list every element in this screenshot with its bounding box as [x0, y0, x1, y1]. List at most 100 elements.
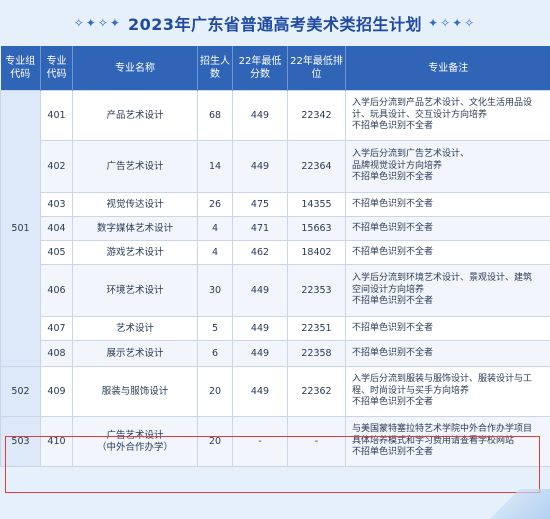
star-decoration-right: ✦✧✦✧	[428, 16, 477, 30]
min-rank-cell: 22351	[287, 316, 346, 341]
enrollment-cell: 20	[197, 366, 233, 417]
note-line: 不招单色识别不全者	[352, 296, 434, 307]
major-name-cell: 游戏艺术设计	[72, 240, 198, 265]
min-score-cell: 449	[232, 316, 288, 341]
header-notes: 专业备注	[345, 46, 550, 91]
star-decoration-left: ✧✦✧✦	[73, 16, 122, 30]
note-line: 不招单色识别不全者	[352, 447, 434, 458]
note-line: 品牌视觉设计方向培养	[352, 160, 443, 171]
major-name-cell: 艺术设计	[72, 316, 198, 341]
table-row: 503 410 广告艺术设计 （中外合作办学） 20- - 与美国蒙特塞拉特艺术学院中外合作…	[0, 416, 550, 467]
enrollment-cell: 68	[197, 90, 233, 141]
major-name-cell: 广告艺术设计 （中外合作办学）	[72, 416, 198, 467]
note-line: 空间设计方向培养	[352, 284, 425, 295]
note-line: 程、时尚设计与买手方向培养	[352, 385, 470, 396]
major-name-line: 游戏艺术设计	[106, 246, 164, 258]
major-name-cell: 视觉传达设计	[72, 192, 198, 217]
min-rank-cell: 22353	[287, 264, 346, 317]
note-line: 不招单色识别不全者	[352, 121, 434, 132]
min-score-cell: 449	[232, 340, 288, 367]
notes-cell: 不招单色识别不全者	[345, 340, 550, 367]
major-name-line: （中外合作办学）	[96, 441, 173, 453]
note-line: 不招单色识别不全者	[352, 222, 434, 233]
table-row: 404 数字媒体艺术设计 4 471 15663 不招单色识别不全者	[1, 216, 550, 241]
min-rank-cell: -	[287, 416, 346, 467]
min-score-cell: 449	[232, 366, 288, 417]
group-code-cell: 502	[0, 366, 41, 417]
notes-cell: 入学后分流到广告艺术设计、 品牌视觉设计方向培养 不招单色识别不全者	[345, 140, 550, 193]
table-header-row: 专业组代码 专业代码 专业名称 招生人数 22年最低分数 22年最低排位 专业备…	[0, 46, 550, 91]
note-line: 计、玩具设计、交互设计方向培养	[352, 109, 488, 120]
note-line: 具体培养模式和学习费用请查看学校网站	[352, 435, 515, 446]
admission-plan-table: 专业组代码 专业代码 专业名称 招生人数 22年最低分数 22年最低排位 专业备…	[0, 46, 550, 467]
table-row: 403 视觉传达设计 26 475 14355 不招单色识别不全者	[1, 192, 550, 217]
table-row: 405 游戏艺术设计 4 462 18402 不招单色识别不全者	[1, 240, 550, 265]
major-name-cell: 广告艺术设计	[72, 140, 198, 193]
min-rank-cell: 15663	[287, 216, 346, 241]
min-rank-cell: 22358	[287, 340, 346, 367]
enrollment-cell: 20	[197, 416, 233, 467]
min-score-cell: 475	[232, 192, 288, 217]
page-title-bar: ✧✦✧✦ 2023年广东省普通高考美术类招生计划 ✦✧✦✧	[0, 0, 550, 46]
header-min-rank: 22年最低排位	[287, 46, 346, 91]
min-score-cell: 449	[232, 264, 288, 317]
note-line: 入学后分流到环境艺术设计、景观设计、建筑	[352, 273, 533, 284]
major-name-cell: 展示艺术设计	[72, 340, 198, 367]
major-code-cell: 406	[40, 264, 73, 317]
table-row: 406 环境艺术设计 30 449 22353 入学后分流到环境艺术设计、景观设计、建筑空…	[1, 264, 550, 317]
enrollment-cell: 30	[197, 264, 233, 317]
major-name-line: 视觉传达设计	[106, 198, 164, 210]
min-score-cell: 471	[232, 216, 288, 241]
major-name-cell: 环境艺术设计	[72, 264, 198, 317]
note-line: 不招单色识别不全者	[352, 172, 434, 183]
note-line: 入学后分流到服装与服饰设计、服装设计与工	[352, 374, 533, 385]
notes-cell: 不招单色识别不全者	[345, 240, 550, 265]
min-rank-cell: 14355	[287, 192, 346, 217]
major-name-cell: 数字媒体艺术设计	[72, 216, 198, 241]
major-code-cell: 404	[40, 216, 73, 241]
table-row: 502 409 服装与服饰设计 20 449 22362 入学后分流到服装与服饰设计、服装设…	[0, 366, 550, 417]
notes-cell: 入学后分流到服装与服饰设计、服装设计与工 程、时尚设计与买手方向培养 不招单色识别不…	[345, 366, 550, 417]
notes-cell: 不招单色识别不全者	[345, 192, 550, 217]
header-major-code: 专业代码	[40, 46, 73, 91]
min-rank-cell: 22364	[287, 140, 346, 193]
major-name-line: 服装与服饰设计	[101, 385, 169, 397]
min-score-cell: 462	[232, 240, 288, 265]
major-code-cell: 405	[40, 240, 73, 265]
major-code-cell: 407	[40, 316, 73, 341]
note-line: 不招单色识别不全者	[352, 198, 434, 209]
major-name-line: 广告艺术设计	[106, 160, 164, 172]
min-rank-cell: 22342	[287, 90, 346, 141]
notes-cell: 不招单色识别不全者	[345, 216, 550, 241]
major-name-line: 环境艺术设计	[106, 284, 164, 296]
major-name-line: 数字媒体艺术设计	[96, 222, 173, 234]
notes-cell: 不招单色识别不全者	[345, 316, 550, 341]
header-min-score: 22年最低分数	[232, 46, 288, 91]
group-code-cell: 501	[0, 90, 41, 367]
group-code-cell: 503	[0, 416, 41, 467]
note-line: 不招单色识别不全者	[352, 246, 434, 257]
notes-cell: 入学后分流到环境艺术设计、景观设计、建筑 空间设计方向培养 不招单色识别不全者	[345, 264, 550, 317]
header-group-code: 专业组代码	[0, 46, 41, 91]
header-enrollment: 招生人数	[197, 46, 233, 91]
major-code-cell: 403	[40, 192, 73, 217]
major-code-cell: 410	[40, 416, 73, 467]
major-name-cell: 产品艺术设计	[72, 90, 198, 141]
major-name-line: 展示艺术设计	[106, 347, 164, 359]
min-score-cell: 449	[232, 140, 288, 193]
notes-cell: 入学后分流到产品艺术设计、文化生活用品设 计、玩具设计、交互设计方向培养 不招单色识…	[345, 90, 550, 141]
corner-decoration	[480, 489, 550, 519]
note-line: 与美国蒙特塞拉特艺术学院中外合作办学项目	[352, 424, 533, 435]
major-name-line: 广告艺术设计	[106, 429, 164, 441]
enrollment-cell: 6	[197, 340, 233, 367]
min-rank-cell: 18402	[287, 240, 346, 265]
major-code-cell: 402	[40, 140, 73, 193]
page-title: 2023年广东省普通高考美术类招生计划	[127, 15, 423, 34]
table-row: 407 艺术设计 5 449 22351 不招单色识别不全者	[1, 316, 550, 341]
min-rank-cell: 22362	[287, 366, 346, 417]
major-code-cell: 408	[40, 340, 73, 367]
note-line: 不招单色识别不全者	[352, 322, 434, 333]
major-name-line: 产品艺术设计	[106, 109, 164, 121]
enrollment-cell: 5	[197, 316, 233, 341]
table-row: 402 广告艺术设计 14 449 22364 入学后分流到广告艺术设计、 品牌视觉设计方向…	[1, 140, 550, 193]
